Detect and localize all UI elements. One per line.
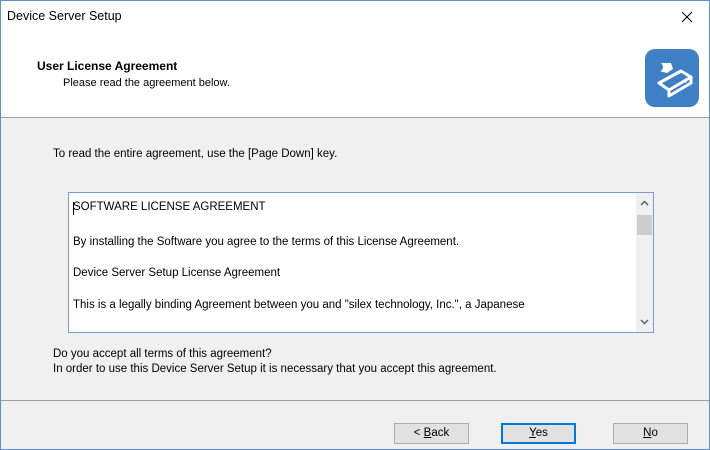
chevron-down-icon [640, 319, 649, 325]
license-line: By installing the Software you agree to … [73, 236, 460, 248]
page-title: User License Agreement [37, 59, 178, 73]
button-label-mnemonic: Y [529, 427, 536, 439]
close-button[interactable] [665, 1, 709, 31]
title-bar[interactable]: Device Server Setup [1, 1, 709, 31]
accept-question: Do you accept all terms of this agreemen… [53, 347, 497, 377]
button-label-rest: es [535, 427, 548, 439]
button-label-rest: ack [431, 427, 450, 439]
wizard-header: User License Agreement Please read the a… [1, 31, 709, 118]
button-label-rest: o [651, 427, 658, 439]
page-subtitle: Please read the agreement below. [63, 77, 230, 89]
close-icon [681, 11, 693, 23]
scroll-up-button[interactable] [636, 196, 653, 211]
setup-dialog: Device Server Setup User License Agreeme… [0, 0, 710, 450]
accept-question-line: Do you accept all terms of this agreemen… [53, 348, 272, 360]
accept-note-line: In order to use this Device Server Setup… [53, 363, 497, 375]
scroll-thumb[interactable] [637, 215, 652, 235]
license-line: This is a legally binding Agreement betw… [73, 299, 525, 311]
chevron-up-icon [640, 200, 649, 206]
instruction-text: To read the entire agreement, use the [P… [53, 148, 338, 160]
back-button[interactable]: < Back [394, 423, 469, 444]
footer-divider [1, 400, 709, 401]
vertical-scrollbar[interactable] [636, 193, 653, 332]
license-line: SOFTWARE LICENSE AGREEMENT [73, 201, 266, 213]
no-button[interactable]: No [613, 423, 688, 444]
setup-wrench-disk-icon [645, 49, 699, 107]
yes-button[interactable]: Yes [501, 423, 576, 444]
scroll-down-button[interactable] [636, 314, 653, 329]
license-line: Device Server Setup License Agreement [73, 267, 281, 279]
button-label-prefix: < [413, 427, 424, 439]
license-text-box[interactable]: SOFTWARE LICENSE AGREEMENT By installing… [68, 192, 654, 333]
window-title: Device Server Setup [7, 9, 122, 23]
